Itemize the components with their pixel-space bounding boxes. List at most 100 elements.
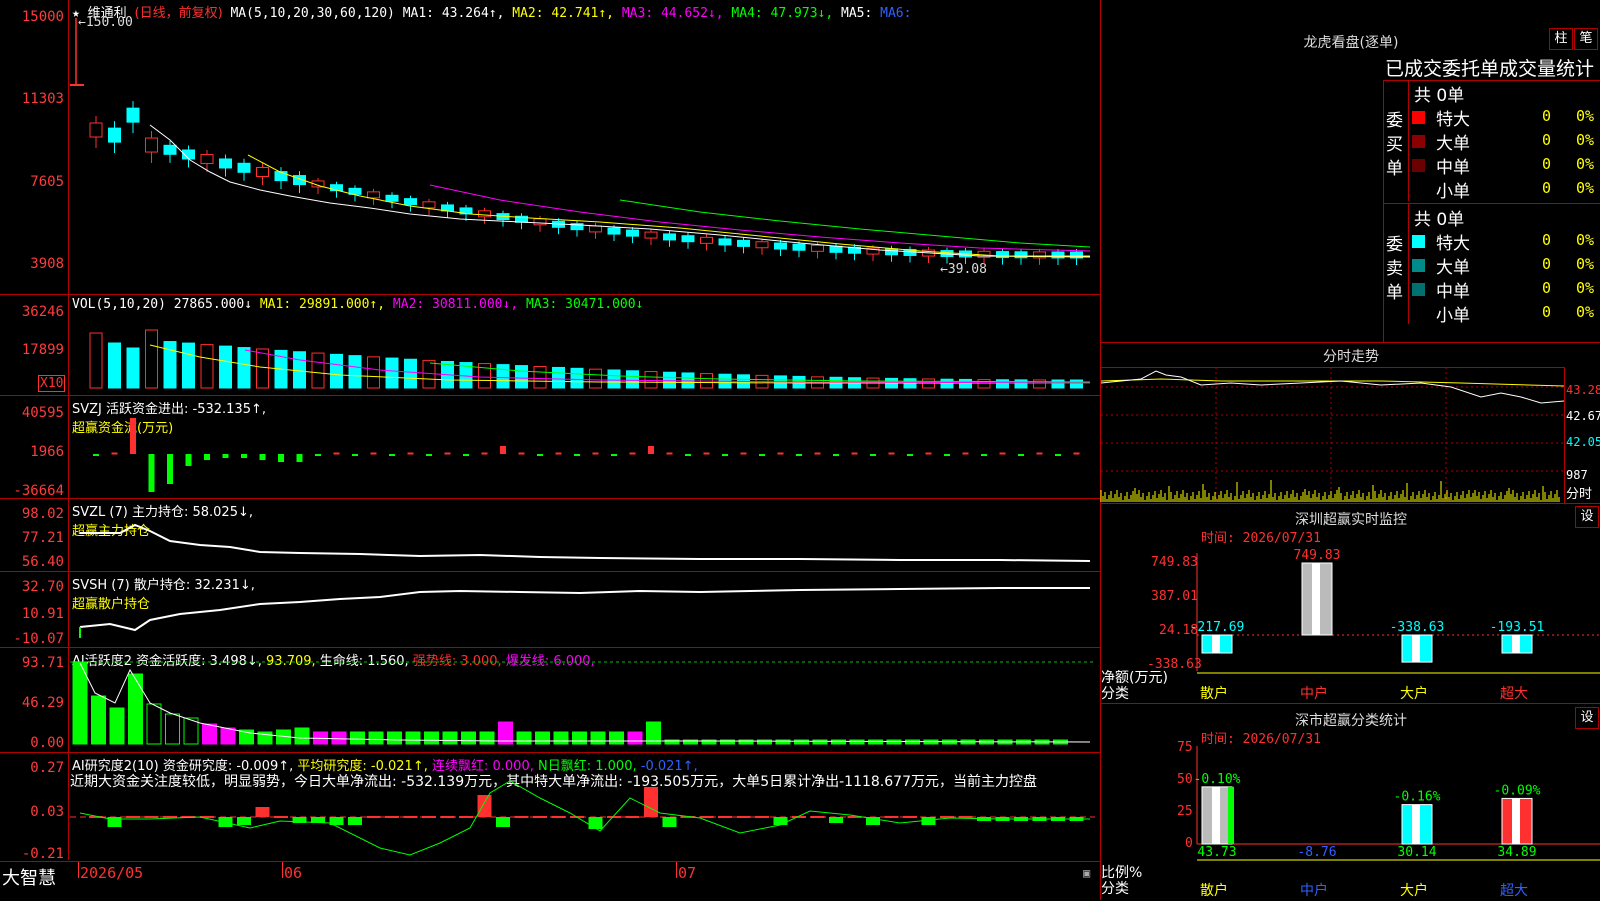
- ai-research-bar: [903, 816, 917, 818]
- intraday-chart: [1100, 367, 1565, 502]
- svzj-bar: [259, 454, 266, 460]
- ai-active-bar: [424, 731, 439, 745]
- order-type-label: 小单: [1436, 306, 1470, 326]
- intraday-vol-label: 987: [1566, 468, 1588, 482]
- classify-bar-highlight: [1512, 798, 1520, 844]
- monitor-value-label: -193.51: [1490, 620, 1545, 635]
- volume-bar: [1051, 379, 1065, 389]
- sell-group-label: 委卖单: [1386, 235, 1403, 303]
- ai-research-bar: [422, 816, 436, 818]
- intraday-section[interactable]: 分时走势 43.28 42.67 42.05 987 分时: [1100, 342, 1600, 504]
- volume-bar: [996, 379, 1009, 389]
- order-percent: 0%: [1576, 179, 1595, 197]
- svzj-bar: [981, 454, 987, 456]
- lock-icon[interactable]: ▣: [1083, 866, 1090, 880]
- svzl-pane[interactable]: 98.02 77.21 56.40 SVZL (7) 主力持仓: 58.025↓…: [0, 499, 1100, 572]
- monitor-section[interactable]: 深圳超赢实时监控 设 时间: 2026/07/31 749.83 387.01 …: [1101, 503, 1600, 704]
- monitor-category: 中户: [1300, 686, 1328, 702]
- order-count: 0: [1542, 131, 1552, 149]
- monitor-bar-highlight: [1412, 635, 1420, 663]
- volume-bar: [607, 369, 621, 389]
- price-pane[interactable]: 15000 11303 7605 3908 ★ 维通利 (日线，前复权) MA(…: [0, 0, 1100, 295]
- ai-research-bar: [459, 816, 473, 818]
- candle: [163, 144, 177, 155]
- classify-bottom-label: 34.89: [1497, 845, 1536, 860]
- candle: [700, 236, 713, 244]
- svzj-bar: [999, 452, 1006, 455]
- svzj-bar: [315, 454, 321, 456]
- volume-bar: [940, 378, 954, 389]
- volume-bar: [552, 366, 565, 389]
- intraday-y-label: 43.28: [1566, 383, 1600, 397]
- ai-active-pane[interactable]: 93.71 46.29 0.00 AI活跃度2 资金活跃度: 3.498↓, 9…: [0, 648, 1100, 753]
- x-label: 2026/05: [80, 864, 144, 882]
- svzj-bar: [370, 452, 377, 455]
- ai-active-bar: [72, 661, 88, 745]
- svzj-bar: [703, 452, 710, 455]
- svzj-chart: [93, 418, 1080, 492]
- volume-bar: [200, 344, 214, 389]
- svzj-bar: [777, 452, 784, 455]
- ai-research-bar: [440, 816, 455, 818]
- classify-category: 大户: [1400, 883, 1428, 899]
- volume-bar: [348, 355, 362, 389]
- svzj-bar: [796, 454, 802, 456]
- ai-active-bar: [146, 703, 162, 745]
- classify-bottom-label: 43.73: [1197, 845, 1236, 860]
- order-type-label: 大单: [1436, 134, 1470, 154]
- ai-research-bar: [514, 816, 529, 818]
- svzj-bar: [685, 454, 691, 456]
- ai-active-bar: [91, 695, 106, 745]
- volume-bar: [256, 348, 269, 389]
- svzj-bar: [426, 454, 432, 456]
- candle: [200, 154, 214, 165]
- monitor-value-label: 749.83: [1294, 548, 1341, 563]
- svzj-bar: [130, 418, 136, 454]
- svsh-pane[interactable]: 32.70 10.91 -10.07 SVSH (7) 散户持仓: 32.231…: [0, 572, 1100, 648]
- classify-bar-highlight: [1212, 786, 1220, 844]
- order-count: 0: [1542, 279, 1552, 297]
- order-color-swatch: [1412, 283, 1425, 296]
- dragon-tiger-title: 龙虎看盘(逐单): [1303, 35, 1399, 51]
- ai-research-bar: [348, 817, 362, 825]
- order-count: 0: [1542, 107, 1552, 125]
- volume-bar: [570, 367, 584, 389]
- ai-active-bar: [516, 731, 532, 745]
- order-percent: 0%: [1576, 255, 1595, 273]
- classify-bar-accent: [1228, 786, 1234, 844]
- ai-research-bar: [755, 816, 769, 818]
- order-color-swatch: [1412, 307, 1425, 320]
- monitor-value-label: -338.63: [1390, 620, 1445, 635]
- svsh-chart: [79, 587, 1090, 638]
- bar-view-button[interactable]: 柱: [1549, 28, 1573, 50]
- ai-research-bar: [274, 816, 288, 818]
- order-percent: 0%: [1576, 231, 1595, 249]
- pen-view-button[interactable]: 笔: [1574, 28, 1598, 50]
- svzj-bar: [962, 452, 969, 455]
- volume-bar: [663, 371, 676, 389]
- ai-active-bars: [72, 661, 1068, 745]
- ai-research-bar: [699, 816, 714, 818]
- ai-research-bar: [477, 795, 492, 817]
- intraday-time-label: 分时: [1566, 487, 1593, 502]
- ai-active-bar: [387, 731, 402, 745]
- candle: [478, 210, 491, 218]
- svzj-bar: [1018, 454, 1024, 456]
- svzj-bar: [629, 452, 636, 455]
- monitor-bars: -217.69 749.83 -338.63 -193.51: [1190, 548, 1545, 663]
- ai-research-bar: [810, 816, 825, 818]
- dragon-row: 中单 0 0%: [1412, 277, 1600, 302]
- volume-bar: [496, 364, 510, 389]
- monitor-bar-highlight: [1312, 563, 1320, 635]
- volume-pane[interactable]: 36246 17899 X10 VOL(5,10,20) 27865.000↓ …: [0, 295, 1100, 396]
- svzj-pane[interactable]: 40595 1966 -36664 SVZJ 活跃资金进出: -532.135↑…: [0, 396, 1100, 499]
- right-panel: 龙虎看盘(逐单) 柱 笔 已成交委托单成交量统计 委买单 共 0单 特大 0 0% 大…: [1100, 0, 1600, 900]
- svzj-bar: [759, 454, 765, 456]
- candle: [681, 235, 695, 243]
- classify-section[interactable]: 深市超赢分类统计 设 时间: 2026/07/31 75 50 25 0 比例%…: [1101, 704, 1600, 900]
- dragon-row: 中单 0 0%: [1412, 153, 1600, 178]
- dragon-row: 特大 0 0%: [1412, 105, 1600, 130]
- section-divider: [1384, 203, 1600, 204]
- ai-research-pane[interactable]: 0.27 0.03 -0.21 AI研究度2(10) 资金研究度: -0.009…: [0, 753, 1100, 861]
- svzj-bar: [592, 452, 599, 455]
